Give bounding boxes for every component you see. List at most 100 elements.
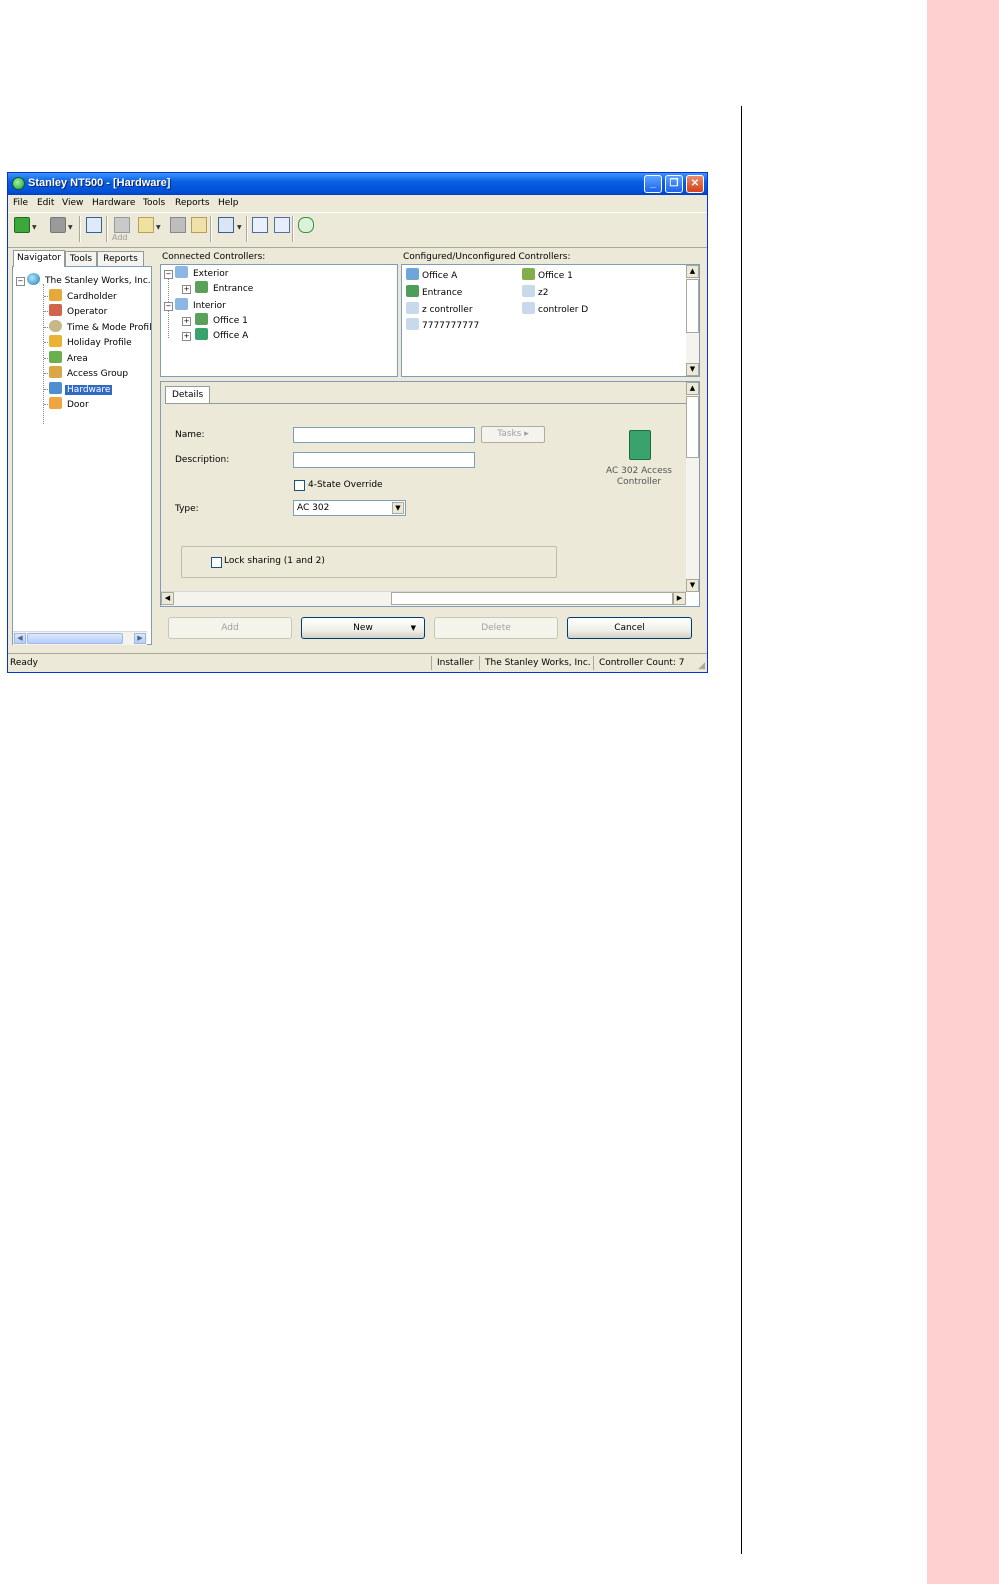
forward-dropdown-icon[interactable]: ▼ [68, 224, 73, 231]
tree-root[interactable]: The Stanley Works, Inc. [27, 273, 151, 287]
tree-group-interior[interactable]: Interior [175, 298, 228, 312]
new-dropdown-icon[interactable]: ▼ [156, 224, 161, 231]
details-hscroll[interactable]: ◀ ▶ [161, 591, 686, 606]
tab-underline [165, 403, 686, 404]
scroll-left-icon[interactable]: ◀ [161, 592, 174, 605]
area-icon [49, 351, 62, 363]
open-folder-icon[interactable] [191, 217, 207, 233]
tree-group-exterior[interactable]: Exterior [175, 266, 231, 280]
expand-icon[interactable]: + [182, 332, 191, 341]
menu-help[interactable]: Help [218, 198, 239, 208]
list-item[interactable]: z controller [406, 302, 473, 315]
tab-navigator[interactable]: Navigator [13, 250, 65, 267]
tree-item-area[interactable]: Area [49, 351, 90, 365]
menu-file[interactable]: File [13, 198, 28, 208]
list-item[interactable]: Office A [406, 268, 457, 281]
scroll-up-icon[interactable]: ▲ [686, 382, 699, 395]
window-layout-icon[interactable] [218, 217, 234, 233]
chevron-down-icon[interactable]: ▼ [392, 502, 404, 514]
list-item[interactable]: controler D [522, 302, 588, 315]
tree-item-door[interactable]: Door [49, 397, 91, 411]
tree-item-entrance[interactable]: Entrance [195, 281, 255, 295]
navigator-tree[interactable]: − The Stanley Works, Inc. Cardholder Ope… [12, 266, 152, 645]
scroll-thumb[interactable] [686, 396, 699, 458]
list-item[interactable]: 7777777777 [406, 318, 479, 331]
lock-sharing-checkbox[interactable] [211, 557, 222, 568]
connected-controllers-tree[interactable]: − Exterior + Entrance − Interior + Offic… [160, 264, 398, 377]
list-item[interactable]: Office 1 [522, 268, 573, 281]
menu-view[interactable]: View [62, 198, 83, 208]
copy-record-icon[interactable] [170, 217, 186, 233]
layout-dropdown-icon[interactable]: ▼ [237, 224, 242, 231]
scroll-down-icon[interactable]: ▼ [686, 363, 699, 376]
override-checkbox[interactable] [294, 480, 305, 491]
tree-item-access-group[interactable]: Access Group [49, 366, 130, 380]
navigator-hscroll[interactable]: ◀ ▶ [13, 631, 147, 645]
hardware-icon [49, 382, 62, 394]
tree-item-time-mode-profile[interactable]: Time & Mode Profile [49, 320, 151, 334]
resize-grip-icon[interactable]: ◢ [698, 661, 705, 671]
controller-icon [195, 313, 208, 325]
details-vscroll[interactable]: ▲ ▼ [686, 382, 699, 592]
new-folder-icon[interactable] [138, 217, 154, 233]
properties-icon[interactable] [274, 217, 290, 233]
cancel-button[interactable]: Cancel [567, 617, 692, 639]
scroll-thumb[interactable] [27, 633, 123, 644]
name-input[interactable] [293, 427, 475, 443]
scroll-right-icon[interactable]: ▶ [134, 633, 146, 644]
list-item[interactable]: z2 [522, 285, 548, 298]
override-label: 4-State Override [308, 480, 383, 490]
menu-tools[interactable]: Tools [143, 198, 165, 208]
configured-vscroll[interactable]: ▲ ▼ [686, 265, 699, 376]
type-select[interactable]: AC 302 ▼ [293, 500, 406, 516]
status-user: Installer [431, 656, 477, 670]
configured-controllers-list[interactable]: Office A Office 1 Entrance z2 z controll… [401, 264, 700, 377]
scroll-thumb[interactable] [391, 592, 673, 605]
scroll-right-icon[interactable]: ▶ [673, 592, 686, 605]
scroll-thumb[interactable] [686, 279, 699, 333]
menu-hardware[interactable]: Hardware [92, 198, 135, 208]
restore-button[interactable]: ❐ [665, 175, 683, 193]
tree-item-holiday-profile[interactable]: Holiday Profile [49, 335, 134, 349]
list-item[interactable]: Entrance [406, 285, 462, 298]
tasks-button[interactable]: Tasks ▸ [481, 426, 545, 443]
scroll-up-icon[interactable]: ▲ [686, 265, 699, 278]
menu-reports[interactable]: Reports [175, 198, 210, 208]
back-icon[interactable] [14, 217, 30, 233]
window-title: Stanley NT500 - [Hardware] [28, 177, 171, 189]
delete-button[interactable]: Delete [434, 617, 558, 639]
back-dropdown-icon[interactable]: ▼ [32, 224, 37, 231]
edit-icon[interactable] [252, 217, 268, 233]
add-record-icon[interactable] [114, 217, 130, 233]
new-button[interactable]: New ▼ [301, 617, 425, 639]
controller-icon [195, 328, 208, 340]
tree-item-cardholder[interactable]: Cardholder [49, 289, 119, 303]
minimize-button[interactable]: _ [644, 175, 662, 193]
tab-tools[interactable]: Tools [65, 251, 97, 266]
tab-reports[interactable]: Reports [97, 251, 144, 266]
description-input[interactable] [293, 452, 475, 468]
refresh-icon[interactable] [298, 217, 314, 233]
close-button[interactable]: ✕ [686, 175, 704, 193]
collapse-icon[interactable]: − [16, 277, 25, 286]
add-button[interactable]: Add [168, 617, 292, 639]
details-body: Details Name: Tasks ▸ Description: 4-Sta… [161, 382, 686, 592]
tab-details[interactable]: Details [165, 386, 211, 404]
tree-item-office-1[interactable]: Office 1 [195, 313, 250, 327]
tree-item-operator[interactable]: Operator [49, 304, 109, 318]
tree-item-hardware[interactable]: Hardware [49, 382, 113, 396]
expand-icon[interactable]: + [182, 317, 191, 326]
toolbar-separator [106, 216, 108, 242]
toolbar-separator [210, 216, 212, 242]
menu-bar: File Edit View Hardware Tools Reports He… [8, 195, 707, 211]
unconfigured-controller-icon [406, 318, 419, 330]
operator-icon [49, 304, 62, 316]
expand-icon[interactable]: + [182, 285, 191, 294]
title-bar[interactable]: Stanley NT500 - [Hardware] _ ❐ ✕ [8, 173, 707, 195]
scroll-down-icon[interactable]: ▼ [686, 579, 699, 592]
scroll-left-icon[interactable]: ◀ [14, 633, 26, 644]
menu-edit[interactable]: Edit [37, 198, 54, 208]
forward-icon[interactable] [50, 217, 66, 233]
navigator-pane-icon[interactable] [86, 217, 102, 233]
tree-item-office-a[interactable]: Office A [195, 328, 250, 342]
